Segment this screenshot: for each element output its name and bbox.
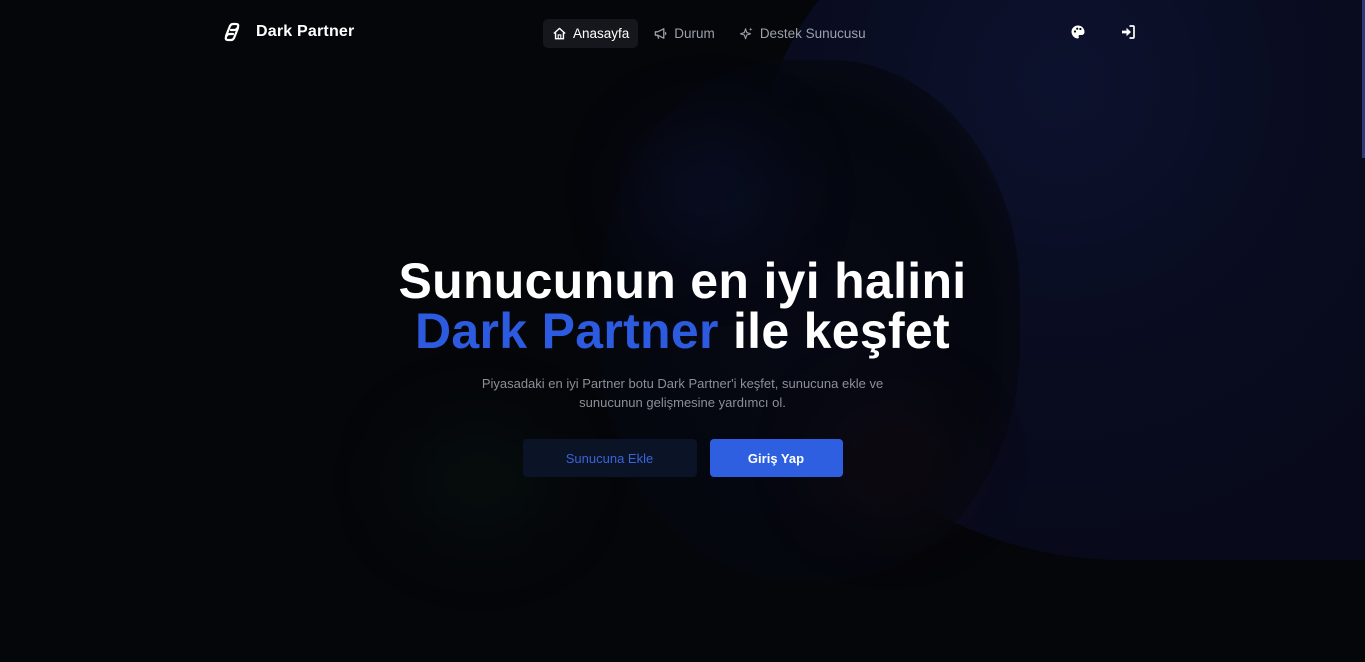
hero: Sunucunun en iyi halini Dark Partner ile… xyxy=(0,256,1365,477)
megaphone-icon xyxy=(654,28,667,39)
hero-subtitle: Piyasadaki en iyi Partner botu Dark Part… xyxy=(481,376,884,410)
theme-button[interactable] xyxy=(1068,22,1088,42)
nav-link-label: Anasayfa xyxy=(573,26,630,41)
nav-link-label: Durum xyxy=(674,26,715,41)
nav-links: Anasayfa Durum Destek Sunucusu xyxy=(543,19,875,48)
headline-line-1: Sunucunun en iyi halini xyxy=(398,253,967,309)
sparkles-icon xyxy=(739,27,753,40)
headline-line-2: ile keşfet xyxy=(718,303,950,359)
hero-headline: Sunucunun en iyi halini Dark Partner ile… xyxy=(0,256,1365,356)
nav-actions xyxy=(1068,22,1138,42)
sign-in-icon xyxy=(1122,25,1135,39)
login-button[interactable]: Giriş Yap xyxy=(709,439,843,477)
home-icon xyxy=(553,27,566,40)
brand-name: Dark Partner xyxy=(256,23,355,40)
brand[interactable]: Dark Partner xyxy=(220,20,354,44)
headline-accent: Dark Partner xyxy=(415,303,719,359)
nav-link-durum[interactable]: Durum xyxy=(644,19,724,48)
nav-link-label: Destek Sunucusu xyxy=(759,26,866,41)
navbar: Dark Partner Anasayfa Durum Destek Sunuc… xyxy=(0,0,1365,66)
hero-buttons: Sunucuna Ekle Giriş Yap xyxy=(0,439,1365,477)
nav-link-destek-sunucusu[interactable]: Destek Sunucusu xyxy=(730,19,875,48)
palette-icon xyxy=(1071,25,1085,39)
page: Dark Partner Anasayfa Durum Destek Sunuc… xyxy=(0,0,1365,662)
nav-link-anasayfa[interactable]: Anasayfa xyxy=(543,19,639,48)
login-icon-button[interactable] xyxy=(1118,22,1138,42)
add-to-server-button[interactable]: Sunucuna Ekle xyxy=(522,439,697,477)
link-logo-icon xyxy=(224,22,240,42)
background-glow-blue xyxy=(640,130,780,250)
